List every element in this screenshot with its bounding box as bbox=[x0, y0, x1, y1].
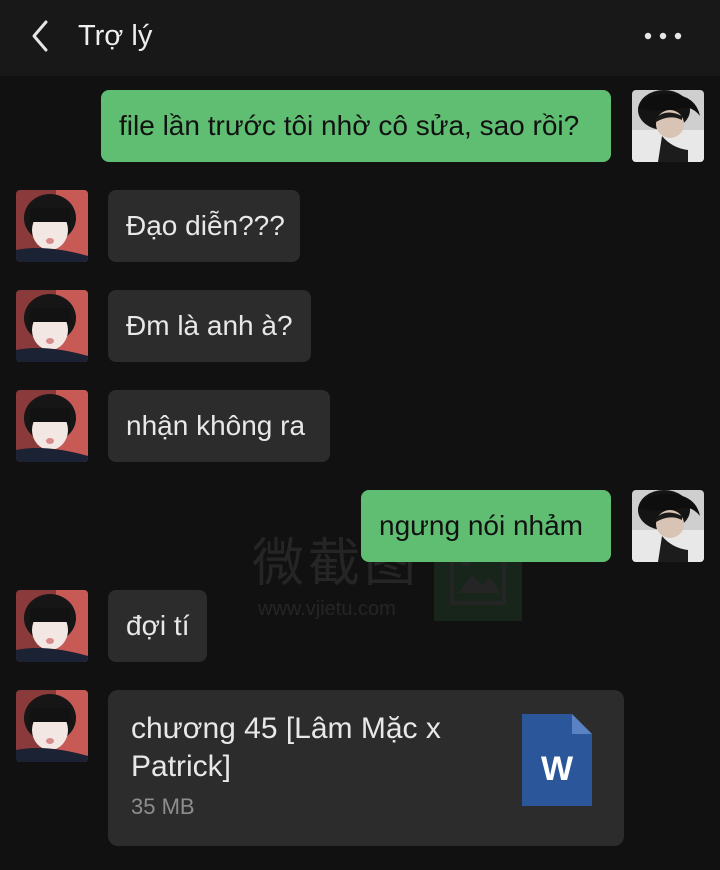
message-text: Đạo diễn??? bbox=[126, 210, 285, 241]
message-text: Đm là anh à? bbox=[126, 310, 293, 341]
chevron-left-icon bbox=[32, 20, 48, 52]
my-avatar[interactable] bbox=[632, 490, 704, 562]
message-text: nhận không ra bbox=[126, 410, 306, 441]
my-avatar[interactable] bbox=[632, 90, 704, 162]
more-button[interactable] bbox=[640, 18, 686, 54]
message-bubble-incoming[interactable]: Đạo diễn??? bbox=[108, 190, 300, 262]
file-name: chương 45 [Lâm Mặc x Patrick] bbox=[131, 712, 441, 783]
file-message-card[interactable]: chương 45 [Lâm Mặc x Patrick] 35 MB W bbox=[108, 690, 624, 846]
assistant-avatar-image bbox=[16, 390, 88, 462]
assistant-avatar-image bbox=[16, 290, 88, 362]
assistant-avatar-image bbox=[16, 590, 88, 662]
message-bubble-incoming[interactable]: đợi tí bbox=[108, 590, 207, 662]
assistant-avatar-image bbox=[16, 190, 88, 262]
assistant-avatar[interactable] bbox=[16, 290, 88, 362]
message-bubble-incoming[interactable]: Đm là anh à? bbox=[108, 290, 311, 362]
watermark-url: www.vjietu.com bbox=[258, 598, 396, 620]
user-avatar-image bbox=[632, 490, 704, 562]
user-avatar-image bbox=[632, 90, 704, 162]
word-document-icon: W bbox=[522, 714, 592, 806]
assistant-avatar[interactable] bbox=[16, 590, 88, 662]
chat-title: Trợ lý bbox=[78, 20, 153, 52]
file-size: 35 MB bbox=[131, 794, 195, 819]
message-text: file lần trước tôi nhờ cô sửa, sao rồi? bbox=[119, 110, 580, 141]
assistant-avatar[interactable] bbox=[16, 190, 88, 262]
message-list[interactable]: 微截图 www.vjietu.com file lần trước tôi nh… bbox=[0, 76, 720, 870]
message-text: ngưng nói nhảm bbox=[379, 510, 583, 541]
message-bubble-outgoing[interactable]: ngưng nói nhảm bbox=[361, 490, 611, 562]
word-icon-letter: W bbox=[541, 750, 574, 788]
assistant-avatar-image bbox=[16, 690, 88, 762]
assistant-avatar[interactable] bbox=[16, 690, 88, 762]
message-bubble-incoming[interactable]: nhận không ra bbox=[108, 390, 330, 462]
chat-screen: Trợ lý 微截图 www.vjietu.com file lần trước… bbox=[0, 0, 720, 870]
message-bubble-outgoing[interactable]: file lần trước tôi nhờ cô sửa, sao rồi? bbox=[101, 90, 611, 162]
assistant-avatar[interactable] bbox=[16, 390, 88, 462]
more-horizontal-icon bbox=[644, 32, 682, 40]
message-text: đợi tí bbox=[126, 610, 190, 641]
back-button[interactable] bbox=[22, 16, 62, 56]
chat-header: Trợ lý bbox=[0, 0, 720, 76]
